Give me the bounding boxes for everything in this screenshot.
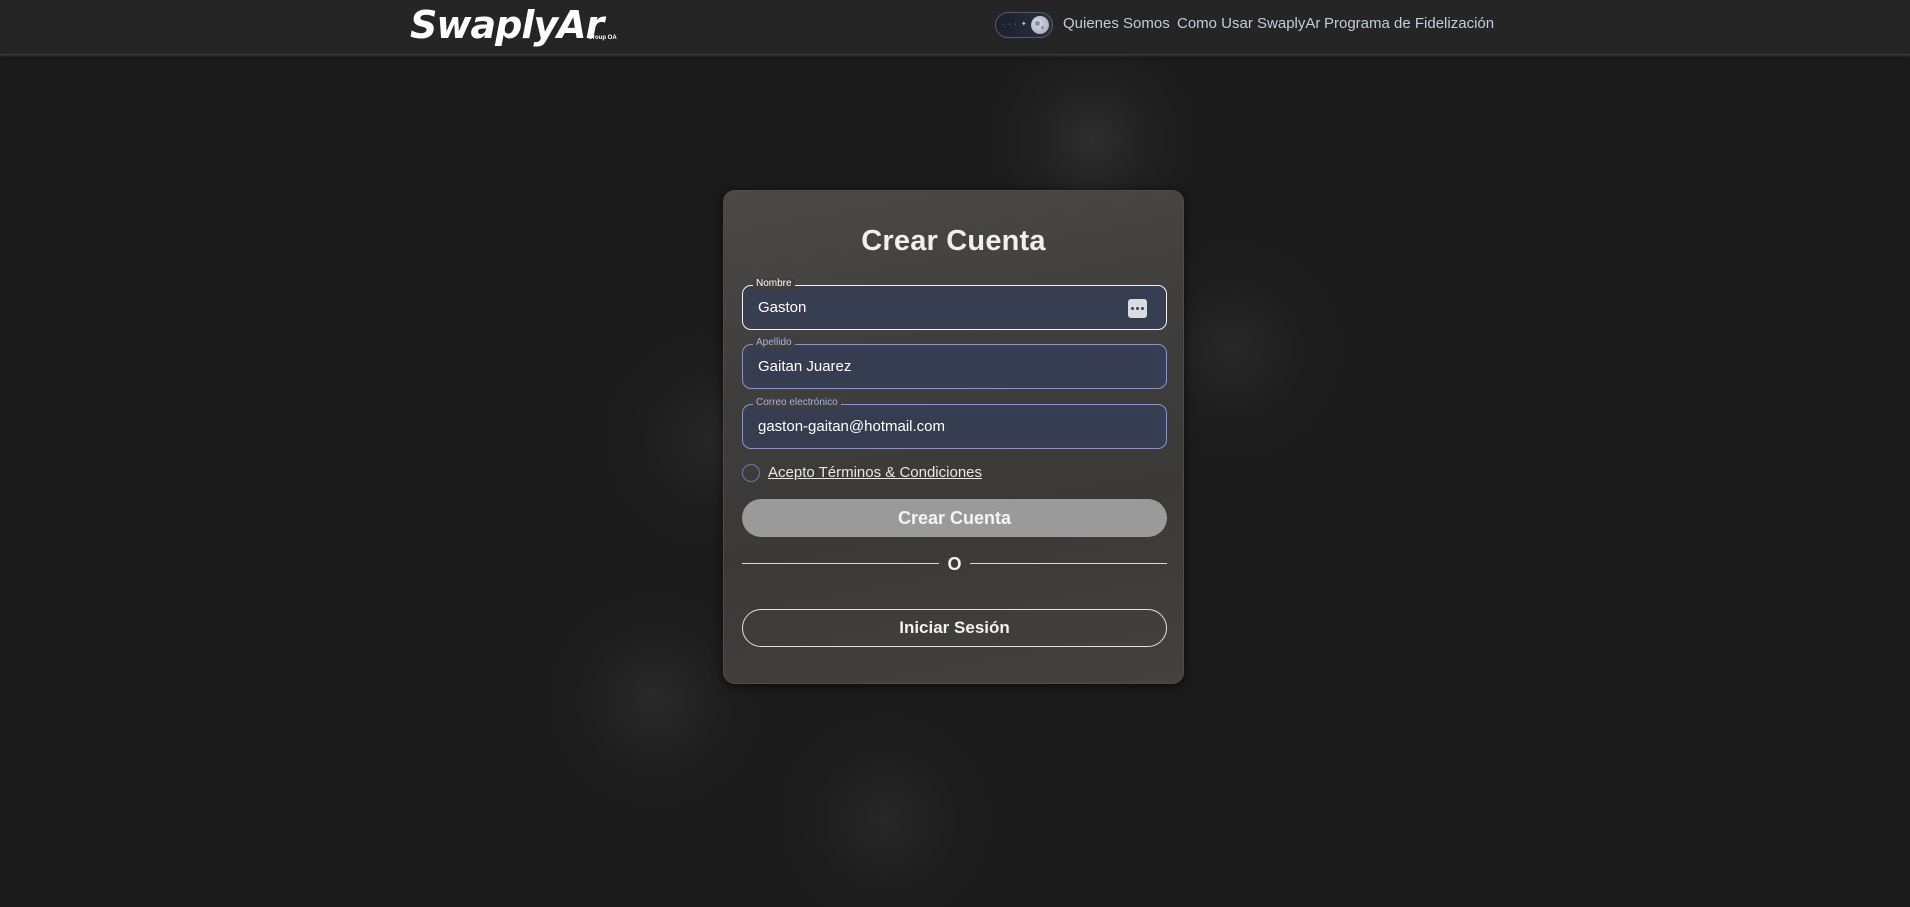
logo-subtext: Group OA [588, 35, 617, 41]
page: SwaplyAr Group OA · · · ✦ · Quienes Somo… [0, 0, 1910, 907]
moon-icon [1031, 16, 1049, 34]
first-name-field[interactable]: Nombre Gaston [742, 278, 1167, 330]
theme-toggle[interactable]: · · · ✦ · [995, 12, 1053, 38]
or-divider: O [742, 554, 1167, 574]
divider-line-right [970, 563, 1167, 564]
nav-link-programa-fidelizacion[interactable]: Programa de Fidelización [1324, 14, 1494, 34]
email-label: Correo electrónico [753, 397, 841, 409]
logo-wordmark: SwaplyAr [410, 3, 604, 47]
create-account-button[interactable]: Crear Cuenta [742, 499, 1167, 537]
last-name-field[interactable]: Apellido Gaitan Juarez [742, 337, 1167, 389]
stars-icon: · · · ✦ · [1002, 21, 1034, 28]
last-name-label: Apellido [753, 337, 795, 349]
first-name-label: Nombre [753, 278, 795, 290]
top-header: SwaplyAr Group OA · · · ✦ · Quienes Somo… [0, 0, 1910, 58]
first-name-value[interactable]: Gaston [758, 298, 806, 318]
form-title: Crear Cuenta [861, 225, 1046, 257]
swaplyar-logo[interactable]: SwaplyAr Group OA [410, 2, 620, 48]
email-value[interactable]: gaston-gaitan@hotmail.com [758, 417, 945, 437]
signup-card: Crear Cuenta Nombre Gaston Apellido Gait… [723, 190, 1184, 684]
nav-link-como-usar[interactable]: Como Usar SwaplyAr [1177, 14, 1320, 34]
terms-checkbox[interactable] [742, 464, 760, 482]
divider-text: O [947, 554, 962, 574]
login-button[interactable]: Iniciar Sesión [742, 609, 1167, 647]
terms-link[interactable]: Acepto Términos & Condiciones [768, 463, 982, 483]
email-field[interactable]: Correo electrónico gaston-gaitan@hotmail… [742, 397, 1167, 449]
nav-link-quienes-somos[interactable]: Quienes Somos [1063, 14, 1170, 34]
last-name-value[interactable]: Gaitan Juarez [758, 357, 851, 377]
ellipsis-icon[interactable] [1128, 299, 1147, 318]
